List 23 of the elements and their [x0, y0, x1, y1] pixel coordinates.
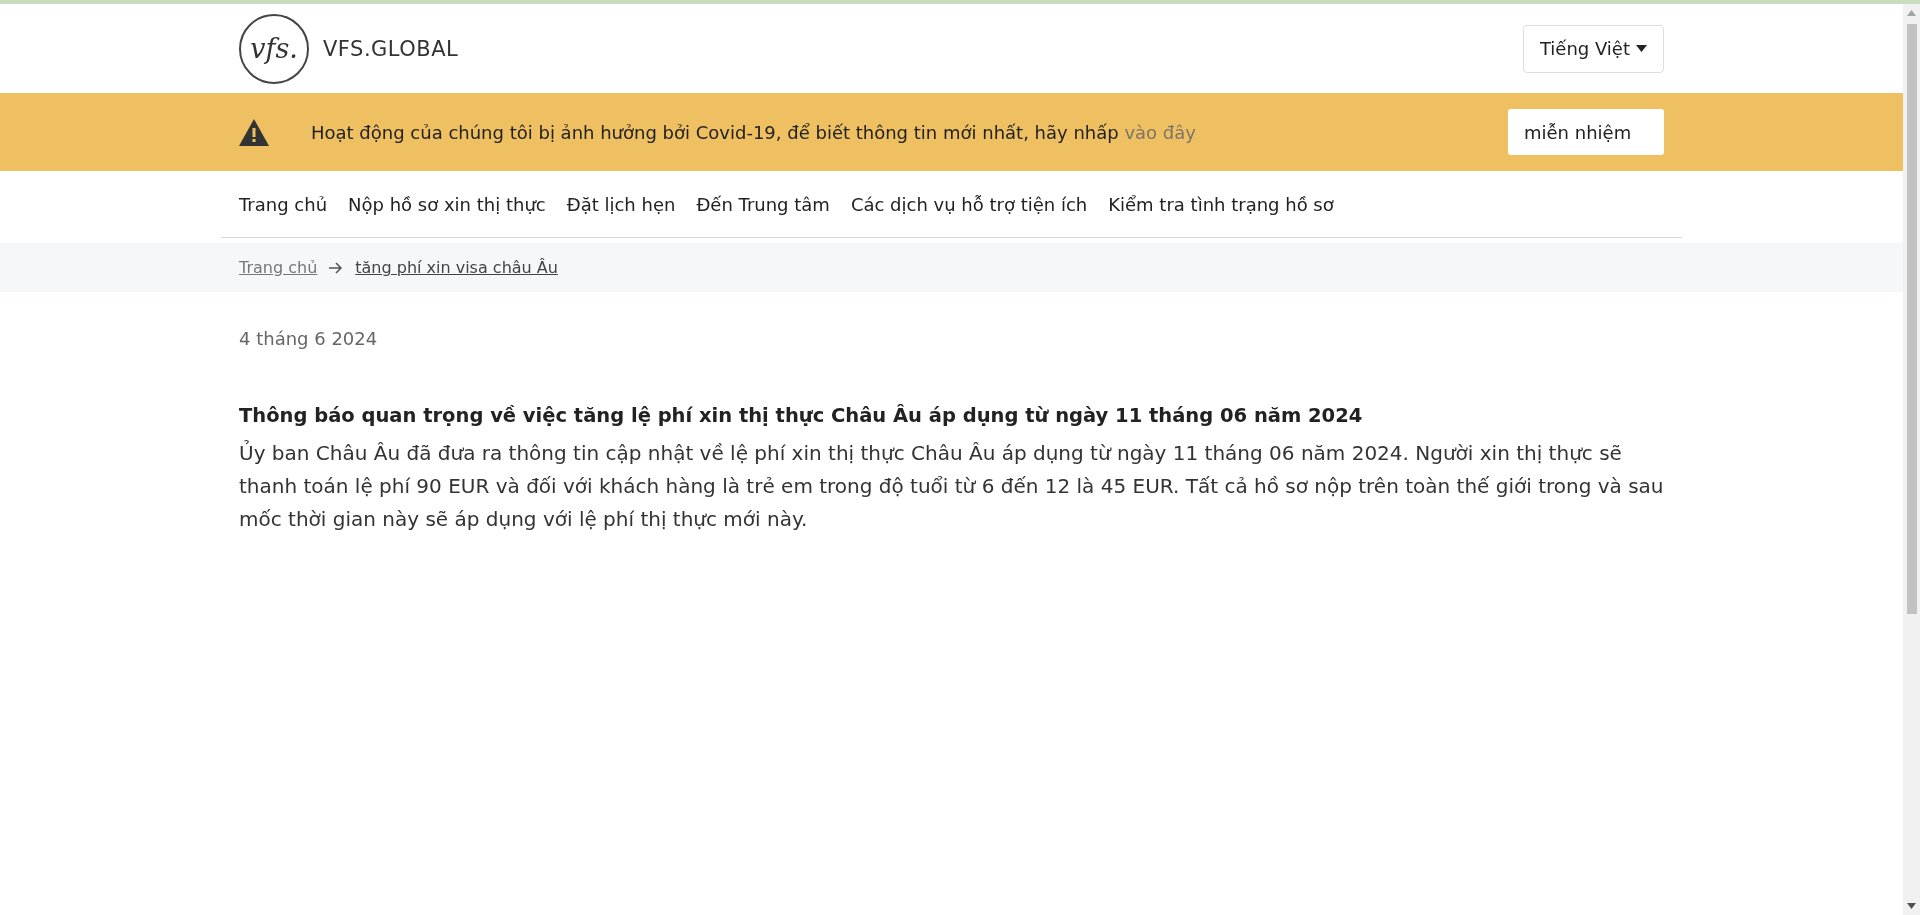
scroll-down-icon[interactable] — [1907, 903, 1916, 909]
nav-link[interactable]: Trang chủ — [239, 193, 328, 215]
nav-link[interactable]: Đến Trung tâm — [696, 193, 830, 215]
article-body: Ủy ban Châu Âu đã đưa ra thông tin cập nhật về lệ phí xin thị thực Châu Âu áp dụng từ ngày 11 tháng 06 năm 2024. Người xin thị thực sẽ thanh toán lệ phí 90 EUR và đối với khách hàng là trẻ em trong độ tuổi từ 6 đến 12 là 45 EUR. Tất cả hồ sơ nộp trên toàn thế giới trong và sau mốc thời gian này sẽ áp dụng với lệ phí thị thực mới này. — [239, 439, 1664, 533]
breadcrumb-link[interactable]: Trang chủ — [239, 258, 318, 277]
logo-mark[interactable]: vfs. — [239, 13, 309, 84]
arrow-icon — [329, 261, 344, 274]
scrollbar[interactable] — [1903, 4, 1920, 915]
covid-notice: Hoạt động của chúng tôi bị ảnh hưởng bởi Covid-19, để biết thông tin mới nhất, hãy nhấp vào đây — [311, 121, 1196, 143]
warning-icon — [239, 118, 269, 146]
nav-link[interactable]: Kiểm tra tình trạng hồ sơ — [1108, 193, 1334, 215]
logo-text: VFS.GLOBAL — [323, 36, 459, 61]
nav-link[interactable]: Nộp hồ sơ xin thị thực — [348, 193, 546, 215]
language-dropdown[interactable]: Tiếng Việt — [1522, 24, 1664, 73]
breadcrumb-link[interactable]: tăng phí xin visa châu Âu — [355, 258, 558, 277]
scroll-up-icon[interactable] — [1907, 10, 1916, 16]
article-date: 4 tháng 6 2024 — [239, 328, 378, 349]
nav-link[interactable]: Các dịch vụ hỗ trợ tiện ích — [850, 193, 1088, 215]
caret-icon — [1636, 45, 1647, 52]
article-title: Thông báo quan trọng về việc tăng lệ phí xin thị thực Châu Âu áp dụng từ ngày 11 tháng 06 năm 2024 — [239, 404, 1363, 427]
scroll-thumb[interactable] — [1906, 24, 1917, 614]
nav-link[interactable]: Đặt lịch hẹn — [566, 193, 676, 215]
dismiss-button[interactable]: miễn nhiệm — [1508, 109, 1664, 155]
